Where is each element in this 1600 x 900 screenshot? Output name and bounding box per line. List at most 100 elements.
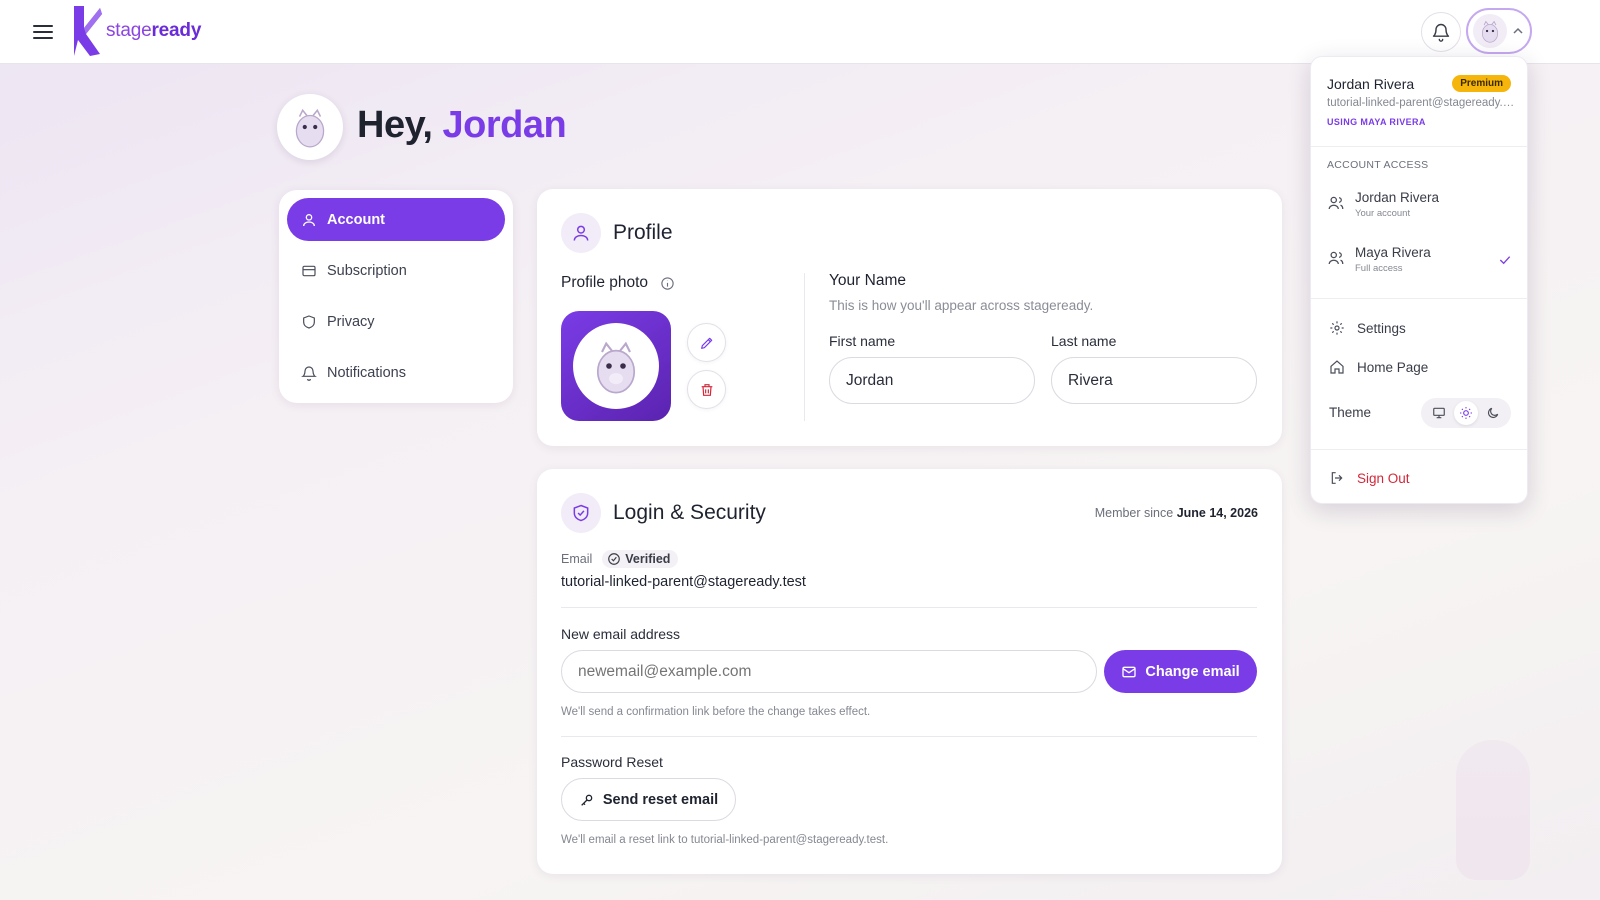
profile-photo-label-text: Profile photo <box>561 274 649 291</box>
reset-hint: We'll email a reset link to tutorial-lin… <box>561 834 889 846</box>
avatar <box>1473 14 1507 48</box>
divider <box>804 273 805 421</box>
settings-sidenav: Account Subscription Privacy Notificatio… <box>279 190 513 403</box>
shield-check-icon <box>573 504 589 522</box>
account-option-maya[interactable]: Maya Rivera Full access <box>1327 245 1513 285</box>
theme-toggle <box>1421 398 1511 428</box>
first-name-label: First name <box>829 333 896 349</box>
theme-dark-option[interactable] <box>1481 401 1505 425</box>
login-security-card: Login & Security Member since June 14, 2… <box>537 469 1282 874</box>
home-page-menu-item[interactable]: Home Page <box>1329 359 1428 375</box>
nav-item-subscription[interactable]: Subscription <box>287 249 505 292</box>
avatar <box>573 323 659 409</box>
verified-badge: Verified <box>602 550 679 568</box>
profile-header-icon <box>561 213 601 253</box>
divider <box>561 736 1257 737</box>
profile-header: Profile <box>561 213 673 253</box>
user-icon <box>303 213 315 226</box>
premium-badge: Premium <box>1452 75 1511 92</box>
security-header: Login & Security <box>561 493 766 533</box>
edit-photo-button[interactable] <box>687 323 726 362</box>
nav-item-notifications[interactable]: Notifications <box>287 351 505 394</box>
member-since: Member since June 14, 2026 <box>1094 506 1258 520</box>
last-name-label: Last name <box>1051 333 1117 349</box>
user-icon <box>573 225 589 241</box>
notifications-button[interactable] <box>1421 12 1461 52</box>
logo[interactable]: stageready <box>74 6 201 56</box>
theme-system-option[interactable] <box>1427 401 1451 425</box>
check-circle-icon <box>608 553 621 565</box>
logo-text: stageready <box>106 20 202 41</box>
moon-icon <box>1488 407 1499 418</box>
theme-light-option[interactable] <box>1453 401 1478 425</box>
account-name: Jordan Rivera <box>1355 190 1440 205</box>
profile-card: Profile Profile photo Your Name This is … <box>537 189 1282 446</box>
settings-menu-item[interactable]: Settings <box>1329 320 1406 336</box>
delete-photo-button[interactable] <box>687 370 726 409</box>
bell-icon <box>1432 23 1450 42</box>
bell-icon <box>301 365 317 381</box>
account-name: Maya Rivera <box>1355 245 1431 260</box>
using-as-label: USING MAYA RIVERA <box>1327 117 1426 127</box>
chevron-up-icon <box>1513 27 1523 34</box>
security-header-icon <box>561 493 601 533</box>
mascot-icon <box>295 108 325 148</box>
nav-item-label: Subscription <box>327 262 407 279</box>
sun-icon <box>1460 407 1472 419</box>
your-name-title: Your Name <box>829 272 906 289</box>
top-bar: stageready <box>0 0 1600 64</box>
send-reset-email-button[interactable]: Send reset email <box>561 778 736 821</box>
first-name-field[interactable] <box>829 357 1035 404</box>
mail-icon <box>1122 666 1137 677</box>
divider <box>561 607 1257 608</box>
nav-item-label: Account <box>327 211 385 228</box>
email-row: Email Verified <box>561 550 679 568</box>
new-email-label: New email address <box>561 626 681 642</box>
background-decoration <box>1456 740 1530 880</box>
greeting-avatar <box>277 94 343 160</box>
email-label: Email <box>561 552 593 566</box>
key-icon <box>581 794 593 806</box>
account-role: Your account <box>1355 208 1411 219</box>
account-option-jordan[interactable]: Jordan Rivera Your account <box>1327 190 1513 230</box>
nav-item-privacy[interactable]: Privacy <box>287 300 505 343</box>
change-email-button[interactable]: Change email <box>1104 650 1257 693</box>
logo-mark-icon <box>74 6 102 56</box>
nav-item-label: Privacy <box>327 313 375 330</box>
shield-icon <box>303 314 315 329</box>
sign-out-menu-item[interactable]: Sign Out <box>1329 470 1410 486</box>
divider <box>1311 146 1527 147</box>
profile-title: Profile <box>613 221 673 244</box>
check-icon <box>1499 256 1511 265</box>
nav-item-label: Notifications <box>327 364 406 381</box>
gear-icon <box>1330 321 1344 335</box>
mascot-icon <box>1481 20 1499 43</box>
nav-item-account[interactable]: Account <box>287 198 505 241</box>
credit-card-icon <box>302 265 316 276</box>
dropdown-user-name: Jordan Rivera <box>1327 76 1415 92</box>
account-access-title: ACCOUNT ACCESS <box>1327 159 1429 171</box>
theme-label: Theme <box>1329 405 1372 420</box>
info-icon[interactable] <box>660 276 675 291</box>
log-out-icon <box>1331 472 1343 484</box>
account-dropdown: Jordan Rivera Premium tutorial-linked-pa… <box>1310 56 1528 504</box>
account-role: Full access <box>1355 263 1403 274</box>
your-name-subtitle: This is how you'll appear across stagere… <box>829 298 1094 313</box>
page-title: Hey, Jordan <box>357 104 567 146</box>
monitor-icon <box>1432 407 1445 419</box>
profile-photo-label: Profile photo <box>561 274 675 292</box>
dropdown-user-email: tutorial-linked-parent@stageready.test <box>1327 97 1515 109</box>
new-email-input[interactable] <box>561 650 1097 693</box>
password-reset-label: Password Reset <box>561 754 663 770</box>
pencil-icon <box>700 337 712 349</box>
last-name-field[interactable] <box>1051 357 1257 404</box>
mascot-icon <box>596 341 636 394</box>
users-icon <box>1328 251 1344 265</box>
account-menu-button[interactable] <box>1466 8 1532 54</box>
home-icon <box>1330 360 1344 374</box>
divider <box>1311 298 1527 299</box>
menu-icon[interactable] <box>32 21 54 43</box>
current-email: tutorial-linked-parent@stageready.test <box>561 574 806 590</box>
security-title: Login & Security <box>613 501 766 524</box>
users-icon <box>1328 196 1344 210</box>
